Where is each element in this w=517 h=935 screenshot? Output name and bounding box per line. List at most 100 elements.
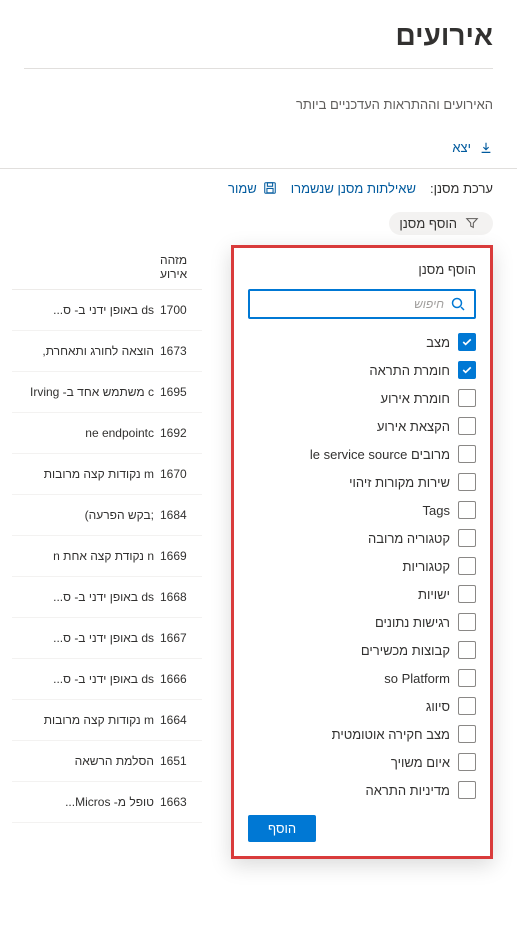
add-filter-pill-label: הוסף מסנן xyxy=(399,216,457,231)
table-row[interactable]: 1700ds באופן ידני ב- ס... xyxy=(12,290,202,331)
filter-option[interactable]: קבוצות מכשירים xyxy=(248,641,476,659)
checkbox[interactable] xyxy=(458,417,476,435)
checkbox[interactable] xyxy=(458,501,476,519)
filter-option[interactable]: Tags xyxy=(248,501,476,519)
incident-id: 1670 xyxy=(160,467,202,481)
table-row[interactable]: 1684;בקש הפרעה) xyxy=(12,495,202,536)
filter-option-label: קטגוריה מרובה xyxy=(368,531,450,546)
filter-option[interactable]: חומרת התראה xyxy=(248,361,476,379)
filter-option-label: Tags xyxy=(423,503,450,518)
filter-option[interactable]: קטגוריות xyxy=(248,557,476,575)
incident-name: ds באופן ידני ב- ס... xyxy=(12,303,154,317)
filter-option-label: קבוצות מכשירים xyxy=(361,643,450,658)
table-row[interactable]: 1663טופל מ- Micros... xyxy=(12,782,202,823)
checkbox[interactable] xyxy=(458,781,476,799)
incident-name: m נקודות קצה מרובות xyxy=(12,713,154,727)
filter-option-label: איום משויך xyxy=(391,755,450,770)
checkbox[interactable] xyxy=(458,557,476,575)
export-label: יצא xyxy=(452,140,471,155)
incident-name: הוצאה לחורג ותאחרת, xyxy=(12,344,154,358)
table-row[interactable]: 1668ds באופן ידני ב- ס... xyxy=(12,577,202,618)
filter-option-label: מרובים le service source xyxy=(310,447,450,462)
incident-name: ds באופן ידני ב- ס... xyxy=(12,631,154,645)
checkbox[interactable] xyxy=(458,333,476,351)
save-icon xyxy=(263,181,277,195)
checkbox[interactable] xyxy=(458,361,476,379)
table-row[interactable]: 1670 m נקודות קצה מרובות xyxy=(12,454,202,495)
filter-option-label: חומרת התראה xyxy=(369,363,450,378)
add-button[interactable]: הוסף xyxy=(248,815,316,842)
checkbox[interactable] xyxy=(458,669,476,687)
table-row[interactable]: 1651 הסלמת הרשאה xyxy=(12,741,202,782)
incident-name: ds באופן ידני ב- ס... xyxy=(12,590,154,604)
table-header: מזהה אירוע xyxy=(12,245,202,290)
save-label: שמור xyxy=(228,181,257,196)
add-filter-pill[interactable]: הוסף מסנן xyxy=(389,212,493,235)
filter-option[interactable]: קטגוריה מרובה xyxy=(248,529,476,547)
filter-option-label: קטגוריות xyxy=(403,559,450,574)
filter-search-box[interactable] xyxy=(248,289,476,319)
filter-option[interactable]: מצב xyxy=(248,333,476,351)
table-row[interactable]: 1669 n נקודת קצה אחת n xyxy=(12,536,202,577)
filter-option[interactable]: מצב חקירה אוטומטית xyxy=(248,725,476,743)
table-row[interactable]: 1673הוצאה לחורג ותאחרת, xyxy=(12,331,202,372)
filter-option[interactable]: רגישות נתונים xyxy=(248,613,476,631)
export-button[interactable]: יצא xyxy=(452,140,493,155)
filter-option-label: ישויות xyxy=(418,587,450,602)
checkbox[interactable] xyxy=(458,445,476,463)
filter-option[interactable]: שירות מקורות זיהוי xyxy=(248,473,476,491)
incident-id: 1669 xyxy=(160,549,202,563)
filter-option[interactable]: חומרת אירוע xyxy=(248,389,476,407)
header-divider xyxy=(24,68,493,69)
filter-option[interactable]: סיווג xyxy=(248,697,476,715)
filter-option-label: סיווג xyxy=(426,699,450,714)
checkbox[interactable] xyxy=(458,585,476,603)
saved-filter-queries-link[interactable]: שאילתות מסנן שנשמרו xyxy=(291,181,416,196)
checkbox[interactable] xyxy=(458,641,476,659)
filter-option[interactable]: so Platform xyxy=(248,669,476,687)
filter-option-label: so Platform xyxy=(384,671,450,686)
table-row[interactable]: 1666 ds באופן ידני ב- ס... xyxy=(12,659,202,700)
table-row[interactable]: 1667ds באופן ידני ב- ס... xyxy=(12,618,202,659)
table-row[interactable]: 1692ne endpointc xyxy=(12,413,202,454)
filter-icon xyxy=(465,216,479,230)
incident-name: m נקודות קצה מרובות xyxy=(12,467,154,481)
checkbox[interactable] xyxy=(458,753,476,771)
filter-option-label: מדיניות התראה xyxy=(366,783,451,798)
filter-option[interactable]: ישויות xyxy=(248,585,476,603)
incident-name: ds באופן ידני ב- ס... xyxy=(12,672,154,686)
incident-name: הסלמת הרשאה xyxy=(12,754,154,768)
table-row[interactable]: 1695c משתמש אחד ב- Irving xyxy=(12,372,202,413)
filter-options-list: מצב חומרת התראה חומרת אירוע הקצאת אירוע מרוב… xyxy=(248,333,476,799)
checkbox[interactable] xyxy=(458,697,476,715)
search-icon xyxy=(450,296,466,312)
checkbox[interactable] xyxy=(458,389,476,407)
table-row[interactable]: 1664m נקודות קצה מרובות xyxy=(12,700,202,741)
download-icon xyxy=(479,141,493,155)
incident-name: n נקודת קצה אחת n xyxy=(12,549,154,563)
filter-option[interactable]: מרובים le service source xyxy=(248,445,476,463)
filter-option-label: חומרת אירוע xyxy=(381,391,450,406)
incident-id: 1684 xyxy=(160,508,202,522)
save-button[interactable]: שמור xyxy=(228,181,277,196)
incident-name: ne endpointc xyxy=(12,426,154,440)
checkbox[interactable] xyxy=(458,473,476,491)
filter-pill-row: הוסף מסנן xyxy=(0,208,517,246)
incident-id: 1651 xyxy=(160,754,202,768)
filter-option-label: הקצאת אירוע xyxy=(377,419,450,434)
checkbox[interactable] xyxy=(458,529,476,547)
add-filter-panel: הוסף מסנן מצבחומרת התראהחומרת אירועהקצאת… xyxy=(231,245,493,859)
filter-option[interactable]: איום משויך xyxy=(248,753,476,771)
checkbox[interactable] xyxy=(458,725,476,743)
filter-bar: ערכת מסנן: שאילתות מסנן שנשמרו שמור xyxy=(0,169,517,208)
incidents-table: מזהה אירוע 1700ds באופן ידני ב- ס...1673… xyxy=(12,245,202,823)
incident-id: 1666 xyxy=(160,672,202,686)
filter-option[interactable]: מדיניות התראה xyxy=(248,781,476,799)
incident-name: טופל מ- Micros... xyxy=(12,795,154,809)
filter-search-input[interactable] xyxy=(258,295,450,313)
checkbox[interactable] xyxy=(458,613,476,631)
filter-option-label: מצב חקירה אוטומטית xyxy=(332,727,450,742)
filter-option[interactable]: הקצאת אירוע xyxy=(248,417,476,435)
page-title: אירועים xyxy=(24,20,493,52)
col-header-id[interactable]: מזהה אירוע xyxy=(160,253,202,281)
